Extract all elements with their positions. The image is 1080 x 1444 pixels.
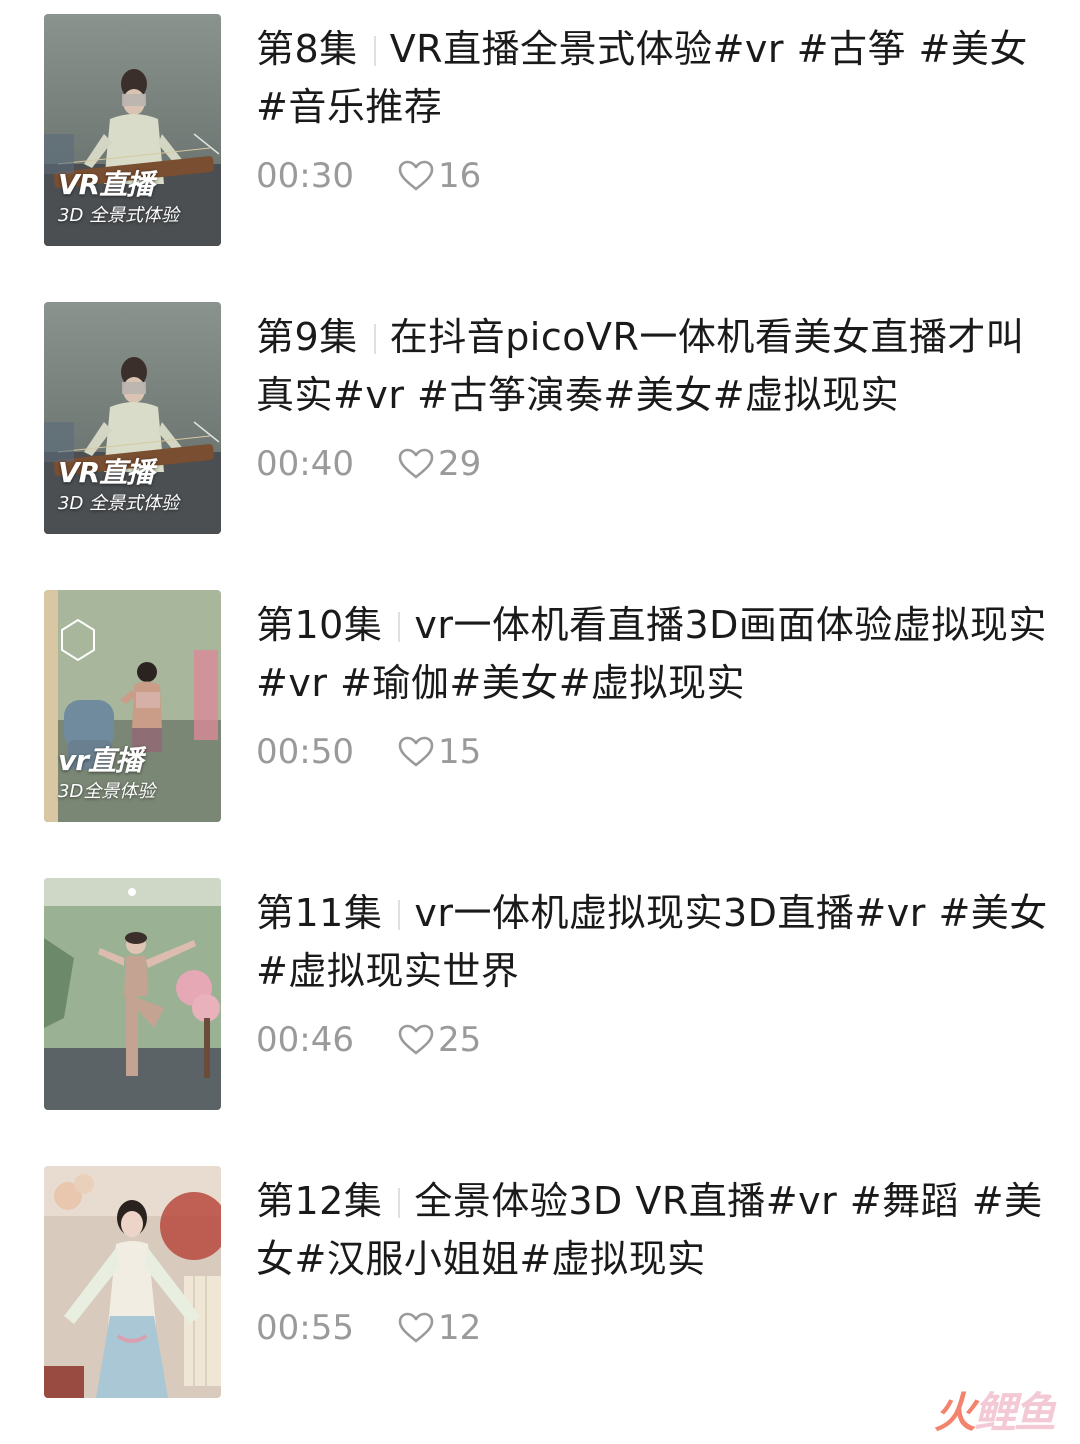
- episode-item[interactable]: VR直播 3D 全景式体验 第8集 VR直播全景式体验#vr #古筝 #美女#音乐…: [44, 14, 1054, 246]
- title-separator: [398, 900, 401, 930]
- episode-meta: 00:40 29: [256, 444, 481, 484]
- episode-item[interactable]: VR直播 3D 全景式体验 第9集 在抖音picoVR一体机看美女直播才叫真实#v…: [44, 302, 1054, 534]
- episode-thumbnail[interactable]: vr直播 3D全景体验: [44, 590, 221, 822]
- episode-thumbnail[interactable]: [44, 878, 221, 1110]
- like-count: 16: [438, 156, 482, 196]
- episode-info: 第10集 vr一体机看直播3D画面体验虚拟现实#vr #瑜伽#美女#虚拟现实: [256, 596, 1056, 712]
- watermark-text-rest: 鲤鱼: [973, 1388, 1056, 1437]
- episode-meta: 00:46 25: [256, 1020, 481, 1060]
- episode-title-block[interactable]: 第8集 VR直播全景式体验#vr #古筝 #美女#音乐推荐: [256, 20, 1056, 136]
- episode-thumbnail[interactable]: VR直播 3D 全景式体验: [44, 302, 221, 534]
- episode-duration: 00:55: [256, 1308, 354, 1348]
- episode-number: 第8集: [256, 27, 358, 71]
- episode-info: 第9集 在抖音picoVR一体机看美女直播才叫真实#vr #古筝演奏#美女#虚拟现…: [256, 308, 1056, 424]
- episode-list-page: VR直播 3D 全景式体验 第8集 VR直播全景式体验#vr #古筝 #美女#音乐…: [0, 0, 1080, 1444]
- title-separator: [398, 612, 401, 642]
- episode-thumbnail[interactable]: [44, 1166, 221, 1398]
- like-count: 29: [438, 444, 482, 484]
- title-separator: [398, 1188, 401, 1218]
- episode-title-block[interactable]: 第12集 全景体验3D VR直播#vr #舞蹈 #美女#汉服小姐姐#虚拟现实: [256, 1172, 1056, 1288]
- episode-info: 第11集 vr一体机虚拟现实3D直播#vr #美女#虚拟现实世界: [256, 884, 1056, 1000]
- watermark-text-fire: 火: [933, 1388, 976, 1437]
- title-separator: [373, 324, 376, 354]
- episode-thumbnail[interactable]: VR直播 3D 全景式体验: [44, 14, 221, 246]
- thumbnail-caption-sub: 3D全景体验: [58, 781, 156, 802]
- episode-item[interactable]: 第11集 vr一体机虚拟现实3D直播#vr #美女#虚拟现实世界 00:46 25: [44, 878, 1054, 1110]
- like-count: 12: [438, 1308, 482, 1348]
- episode-title: VR直播全景式体验#vr #古筝 #美女#音乐推荐: [256, 27, 1028, 129]
- heart-outline-icon: [398, 448, 434, 479]
- episode-duration: 00:30: [256, 156, 354, 196]
- episode-meta: 00:30 16: [256, 156, 481, 196]
- episode-info: 第12集 全景体验3D VR直播#vr #舞蹈 #美女#汉服小姐姐#虚拟现实: [256, 1172, 1056, 1288]
- heart-outline-icon: [398, 736, 434, 767]
- watermark-logo: 火 鲤鱼: [933, 1379, 1056, 1440]
- thumbnail-caption-sub: 3D 全景式体验: [58, 205, 180, 226]
- episode-item[interactable]: 第12集 全景体验3D VR直播#vr #舞蹈 #美女#汉服小姐姐#虚拟现实 00…: [44, 1166, 1054, 1398]
- heart-outline-icon: [398, 1312, 434, 1343]
- thumbnail-caption-main: VR直播: [58, 168, 154, 201]
- episode-title-block[interactable]: 第10集 vr一体机看直播3D画面体验虚拟现实#vr #瑜伽#美女#虚拟现实: [256, 596, 1056, 712]
- thumbnail-caption: vr直播 3D全景体验: [58, 744, 155, 804]
- episode-title-block[interactable]: 第11集 vr一体机虚拟现实3D直播#vr #美女#虚拟现实世界: [256, 884, 1056, 1000]
- episode-number: 第12集: [256, 1179, 383, 1223]
- episode-title: 在抖音picoVR一体机看美女直播才叫真实#vr #古筝演奏#美女#虚拟现实: [256, 315, 1025, 417]
- episode-meta: 00:50 15: [256, 732, 481, 772]
- like-button[interactable]: 16: [398, 156, 481, 196]
- thumbnail-caption: VR直播 3D 全景式体验: [58, 168, 179, 228]
- episode-duration: 00:46: [256, 1020, 354, 1060]
- episode-duration: 00:50: [256, 732, 354, 772]
- episode-number: 第10集: [256, 603, 383, 647]
- like-button[interactable]: 12: [398, 1308, 481, 1348]
- episode-number: 第11集: [256, 891, 383, 935]
- episode-duration: 00:40: [256, 444, 354, 484]
- heart-outline-icon: [398, 1024, 434, 1055]
- episode-meta: 00:55 12: [256, 1308, 481, 1348]
- like-button[interactable]: 25: [398, 1020, 481, 1060]
- title-separator: [373, 36, 376, 66]
- like-count: 25: [438, 1020, 482, 1060]
- like-count: 15: [438, 732, 482, 772]
- episode-item[interactable]: vr直播 3D全景体验 第10集 vr一体机看直播3D画面体验虚拟现实#vr #瑜…: [44, 590, 1054, 822]
- thumbnail-caption: VR直播 3D 全景式体验: [58, 456, 179, 516]
- episode-info: 第8集 VR直播全景式体验#vr #古筝 #美女#音乐推荐: [256, 20, 1056, 136]
- like-button[interactable]: 15: [398, 732, 481, 772]
- thumbnail-caption-main: VR直播: [58, 456, 154, 489]
- thumbnail-caption-sub: 3D 全景式体验: [58, 493, 180, 514]
- like-button[interactable]: 29: [398, 444, 481, 484]
- thumbnail-caption-main: vr直播: [58, 744, 143, 777]
- heart-outline-icon: [398, 160, 434, 191]
- episode-number: 第9集: [256, 315, 358, 359]
- episode-title-block[interactable]: 第9集 在抖音picoVR一体机看美女直播才叫真实#vr #古筝演奏#美女#虚拟现…: [256, 308, 1056, 424]
